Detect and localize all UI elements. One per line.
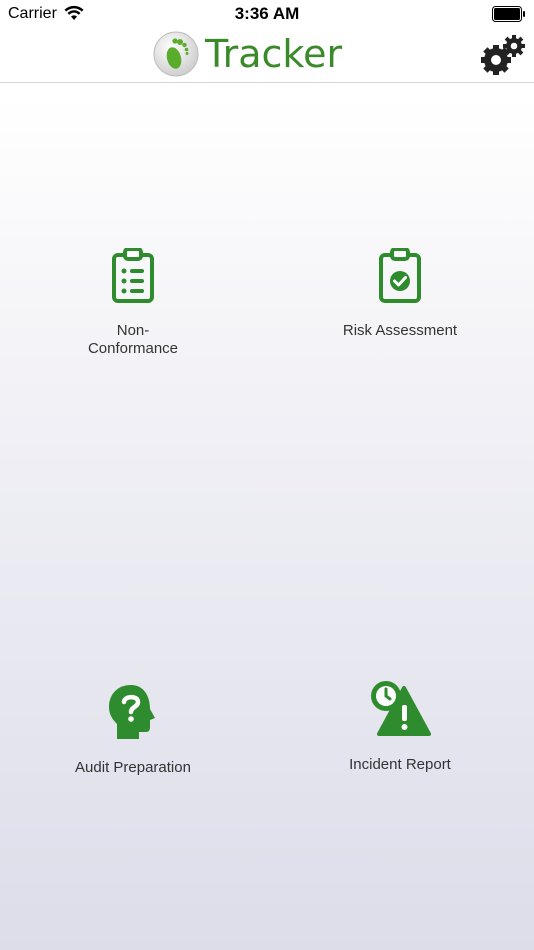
tile-non-conformance[interactable]: Non-Conformance	[33, 248, 233, 358]
app-title: Tracker	[205, 32, 343, 76]
tile-label: Non-Conformance	[87, 322, 179, 357]
tile-label: Risk Assessment	[342, 322, 458, 339]
clipboard-list-icon	[112, 248, 154, 303]
gears-icon	[481, 35, 525, 75]
tile-incident-report[interactable]: Incident Report	[300, 680, 500, 774]
tile-risk-assessment[interactable]: Risk Assessment	[300, 248, 500, 340]
tile-audit-preparation[interactable]: Audit Preparation	[33, 683, 233, 777]
nav-bar: Tracker	[0, 28, 534, 83]
clock-warning-icon	[371, 681, 431, 736]
clipboard-check-icon	[379, 248, 421, 303]
status-time: 3:36 AM	[234, 4, 300, 23]
settings-button[interactable]	[480, 33, 528, 77]
footprint-logo-icon	[153, 31, 199, 77]
battery-icon	[492, 6, 525, 22]
tile-label: Audit Preparation	[75, 759, 191, 776]
head-question-icon	[109, 685, 155, 739]
status-bar: Carrier 3:36 AM	[0, 0, 534, 28]
tile-label: Incident Report	[349, 756, 451, 773]
